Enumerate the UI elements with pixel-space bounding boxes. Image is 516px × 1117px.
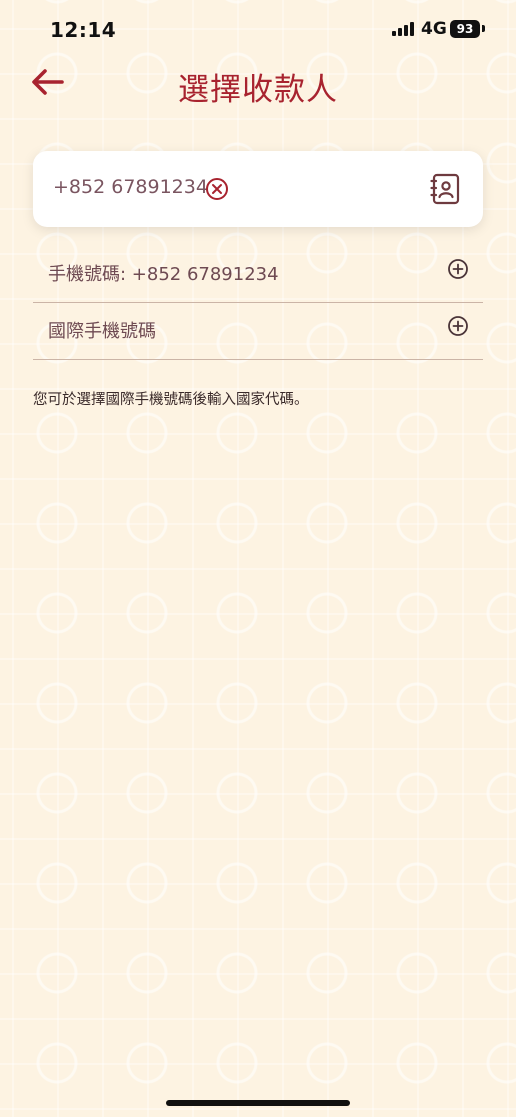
page-title: 選擇收款人 xyxy=(178,72,338,108)
result-label: 國際手機號碼 xyxy=(48,321,156,342)
network-type: 4G xyxy=(421,19,447,39)
status-bar: 12:14 4G 93 xyxy=(0,0,516,56)
result-label: 手機號碼: +852 67891234 xyxy=(48,264,279,285)
result-row-international[interactable]: 國際手機號碼 xyxy=(33,303,483,360)
result-row-mobile[interactable]: 手機號碼: +852 67891234 xyxy=(33,246,483,303)
home-indicator xyxy=(166,1100,350,1106)
contacts-button[interactable] xyxy=(427,171,463,207)
plus-circle-icon[interactable] xyxy=(447,315,469,337)
contacts-book-icon xyxy=(430,173,460,205)
phone-search-input[interactable]: +852 67891234 xyxy=(53,176,208,198)
hint-text: 您可於選擇國際手機號碼後輸入國家代碼。 xyxy=(33,392,309,408)
plus-circle-icon[interactable] xyxy=(447,258,469,280)
battery-icon: 93 xyxy=(450,20,480,38)
status-time: 12:14 xyxy=(50,18,117,42)
cellular-signal-icon xyxy=(392,22,416,36)
search-card: +852 67891234 xyxy=(33,151,483,227)
battery-tip xyxy=(482,25,485,32)
clear-button[interactable] xyxy=(205,177,229,201)
clear-circle-x-icon xyxy=(206,178,228,200)
